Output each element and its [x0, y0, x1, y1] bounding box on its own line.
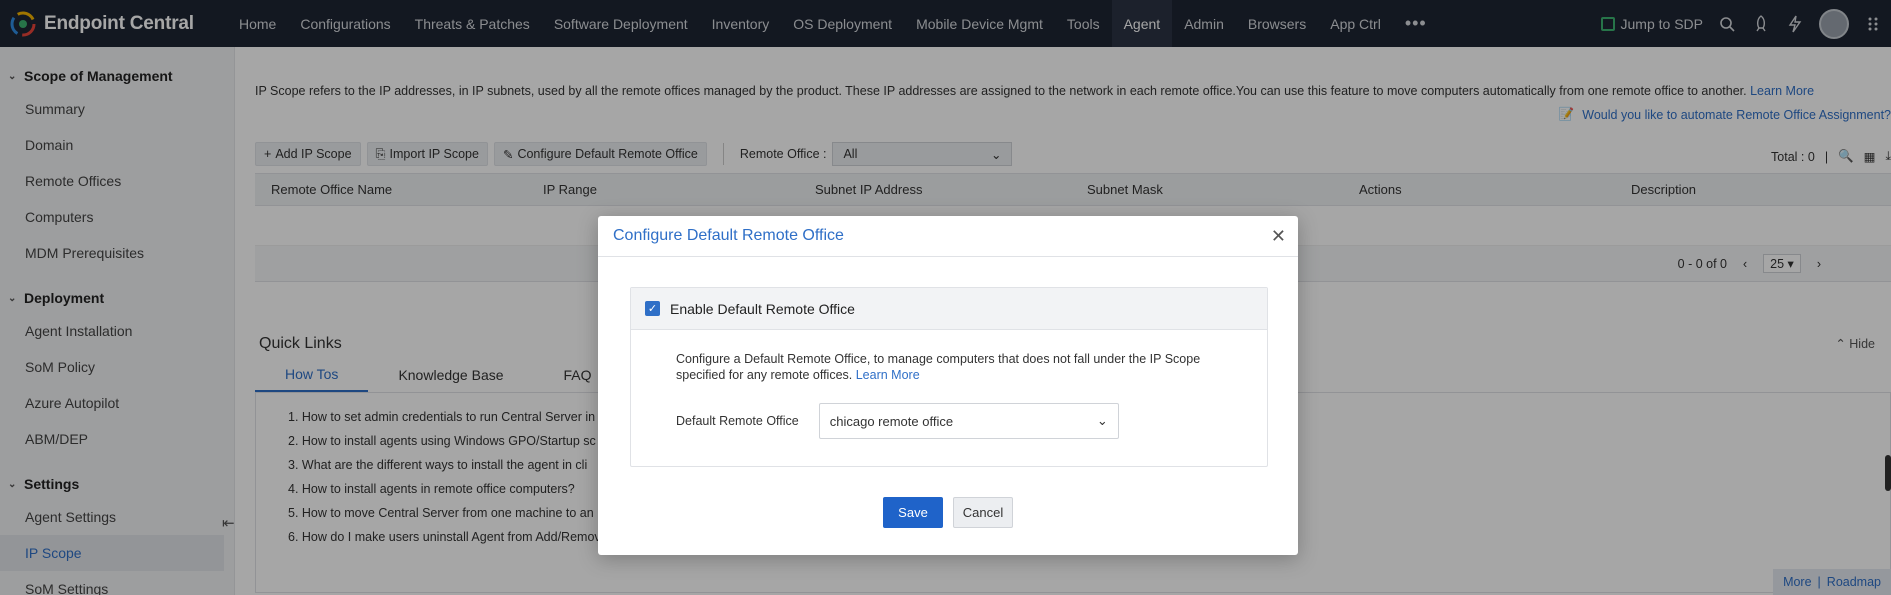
dialog-learn-more-link[interactable]: Learn More — [856, 368, 920, 382]
chevron-down-icon: ⌄ — [1096, 413, 1108, 428]
default-remote-office-panel: ✓ Enable Default Remote Office Configure… — [630, 287, 1268, 467]
cancel-button[interactable]: Cancel — [953, 497, 1013, 528]
configure-default-remote-office-dialog: Configure Default Remote Office ✕ ✓ Enab… — [598, 216, 1298, 555]
enable-default-remote-office-checkbox[interactable]: ✓ — [645, 301, 660, 316]
enable-default-remote-office-row: ✓ Enable Default Remote Office — [631, 288, 1267, 330]
dialog-actions: Save Cancel — [598, 497, 1298, 528]
default-remote-office-value: chicago remote office — [829, 413, 954, 429]
enable-default-remote-office-label: Enable Default Remote Office — [670, 300, 855, 317]
default-remote-office-description: Configure a Default Remote Office, to ma… — [676, 351, 1236, 383]
save-button[interactable]: Save — [883, 497, 943, 528]
dialog-title: Configure Default Remote Office — [598, 216, 1298, 257]
default-remote-office-field: Default Remote Office chicago remote off… — [676, 403, 1119, 439]
close-icon[interactable]: ✕ — [1271, 226, 1286, 247]
default-remote-office-label: Default Remote Office — [676, 414, 799, 428]
default-remote-office-description-text: Configure a Default Remote Office, to ma… — [676, 352, 1201, 382]
default-remote-office-select[interactable]: chicago remote office ⌄ — [818, 403, 1119, 439]
